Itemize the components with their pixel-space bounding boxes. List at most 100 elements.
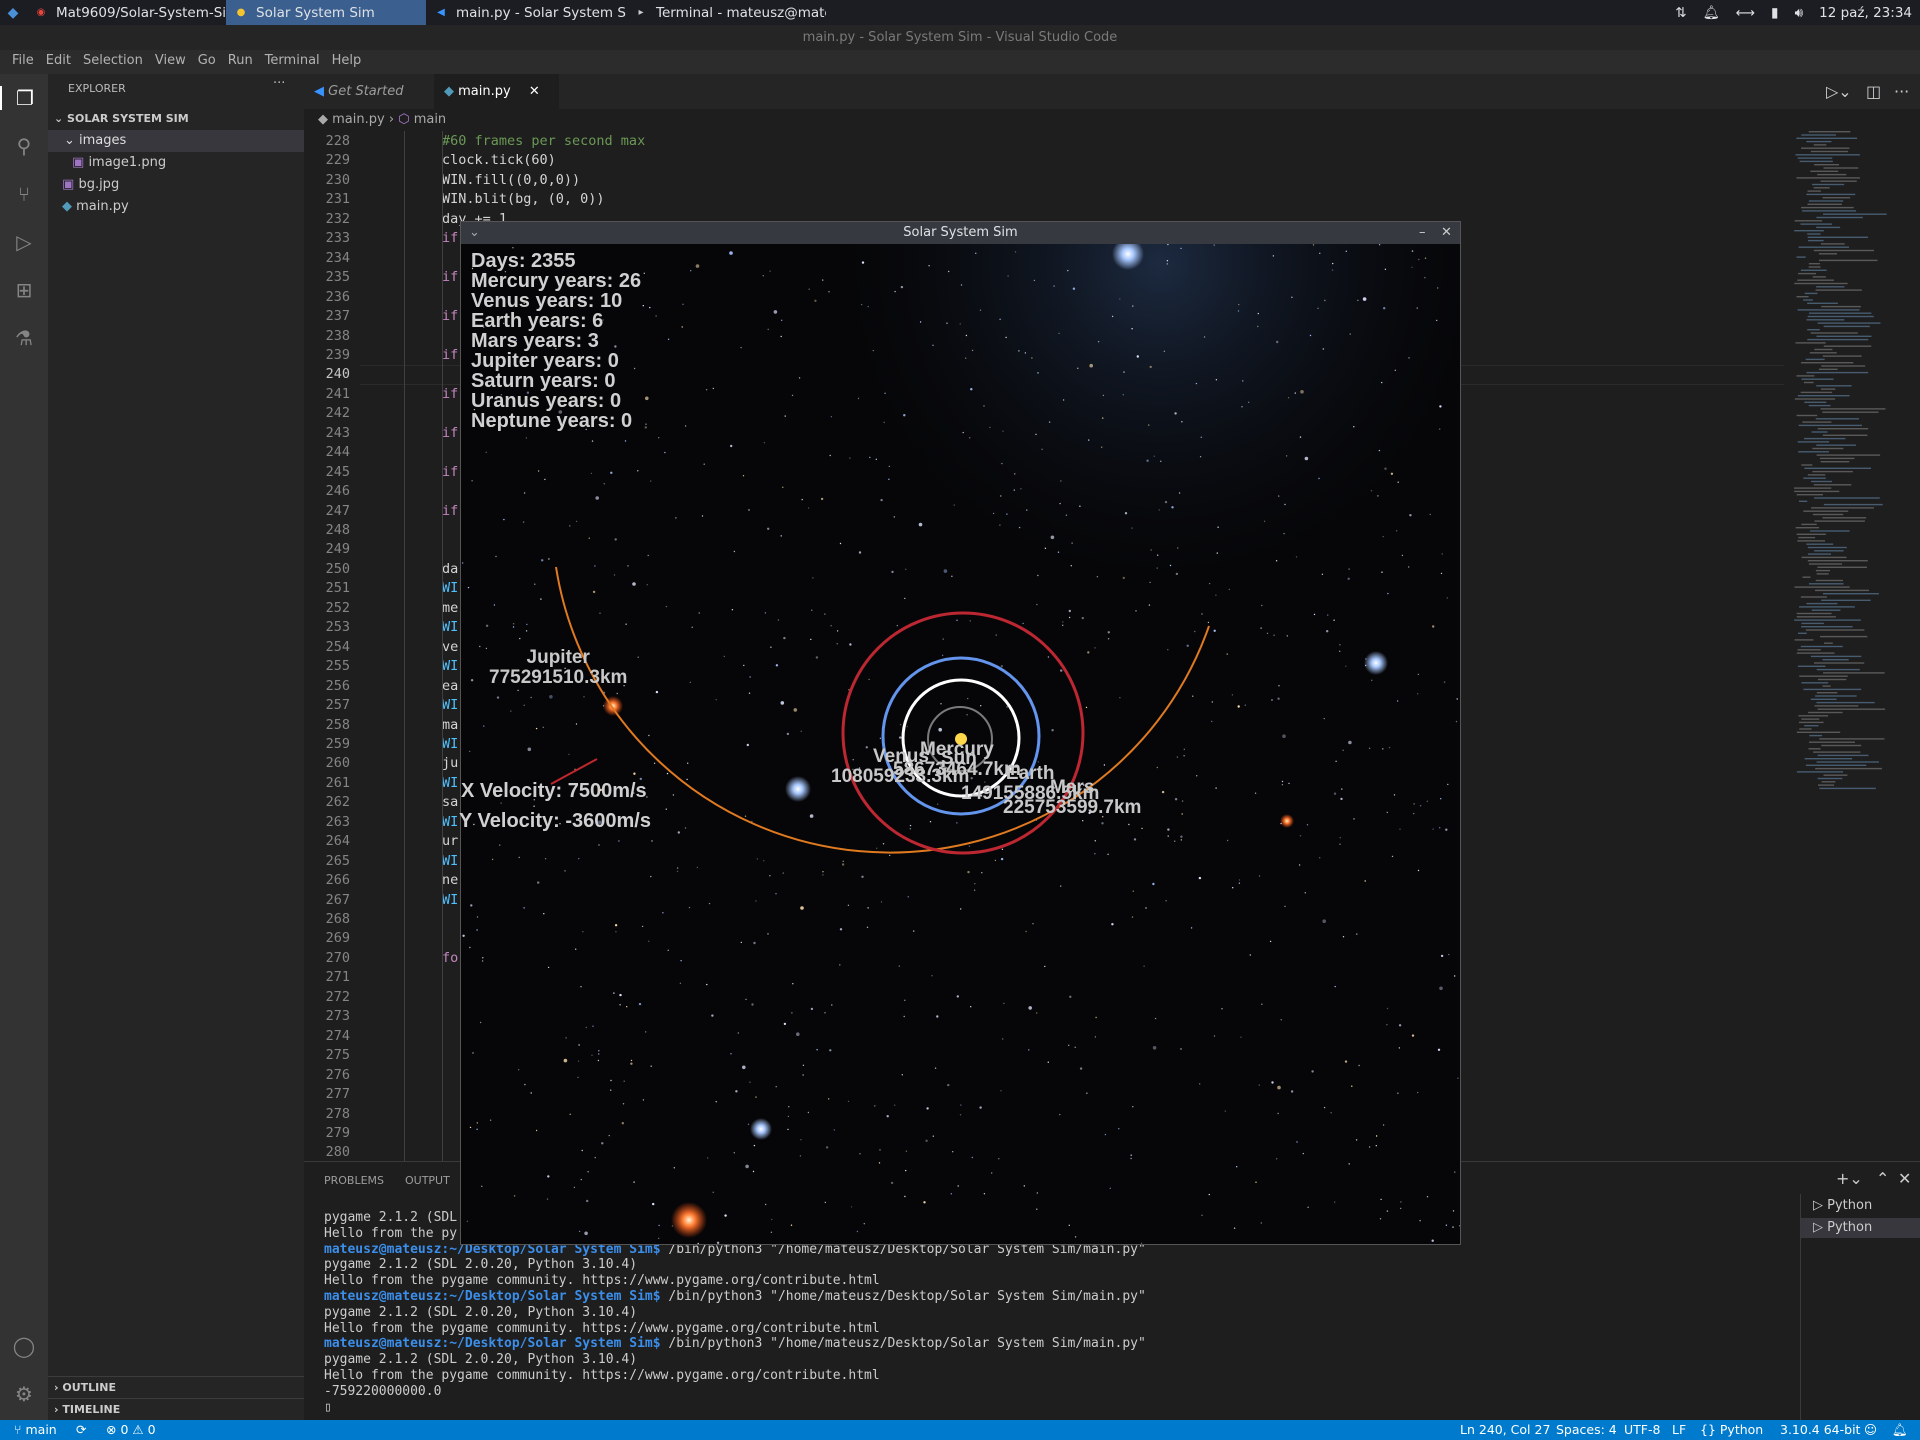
taskbar-task[interactable]: ◀ main.py - Solar System Sim -...	[426, 0, 626, 25]
star	[649, 306, 651, 309]
star	[1306, 824, 1309, 826]
code-line: WIN.blit(bg, (0, 0))	[442, 191, 605, 208]
source-control-icon[interactable]: ⑂	[12, 182, 36, 206]
menu-item-run[interactable]: Run	[222, 50, 259, 74]
minimap[interactable]	[1784, 131, 1910, 801]
simulation-canvas[interactable]: Days: 2355 Mercury years: 26 Venus years: …	[459, 244, 1460, 1244]
star	[1375, 1145, 1377, 1147]
star	[614, 538, 617, 541]
language-mode[interactable]: {} Python	[1700, 1422, 1763, 1437]
terminal-item[interactable]: ▷ Python	[1801, 1218, 1920, 1238]
explorer-icon[interactable]: ❐	[0, 86, 48, 110]
menu-item-terminal[interactable]: Terminal	[259, 50, 326, 74]
minimap-line	[1795, 342, 1826, 344]
feedback-icon[interactable]: ☺	[1864, 1422, 1877, 1437]
branch-indicator[interactable]: ⑂ main	[14, 1422, 57, 1437]
star	[1368, 747, 1371, 749]
menu-item-go[interactable]: Go	[192, 50, 222, 74]
star	[1148, 604, 1151, 606]
breadcrumb-file[interactable]: main.py	[332, 112, 385, 127]
star	[595, 496, 599, 500]
star	[523, 492, 526, 494]
new-terminal-icon[interactable]: +⌄	[1836, 1169, 1863, 1188]
folder-images[interactable]: ⌄ images	[48, 130, 304, 152]
indentation[interactable]: Spaces: 4	[1556, 1422, 1617, 1437]
line-ending[interactable]: LF	[1672, 1422, 1686, 1437]
file-bg[interactable]: ▣ bg.jpg	[48, 174, 304, 196]
start-menu-icon[interactable]: ◆	[0, 0, 26, 25]
split-editor-icon[interactable]: ◫	[1866, 82, 1881, 101]
minimap-line	[1813, 662, 1865, 664]
run-debug-icon[interactable]: ▷	[12, 230, 36, 254]
star	[1153, 455, 1155, 457]
project-folder[interactable]: ⌄ SOLAR SYSTEM SIM	[48, 108, 304, 130]
python-interpreter[interactable]: 3.10.4 64-bit	[1780, 1422, 1860, 1437]
star	[1111, 923, 1114, 926]
close-panel-icon[interactable]: ✕	[1898, 1169, 1911, 1188]
cursor-position[interactable]: Ln 240, Col 27	[1460, 1422, 1550, 1437]
search-icon[interactable]: ⚲	[12, 134, 36, 158]
star	[1323, 1106, 1326, 1109]
file-main-py[interactable]: ◆ main.py	[48, 196, 304, 218]
manage-gear-icon[interactable]: ⚙	[12, 1382, 36, 1406]
close-tab-icon[interactable]: ✕	[529, 84, 540, 99]
taskbar-task[interactable]: ▸ Terminal - mateusz@mateu...	[626, 0, 826, 25]
network-icon[interactable]: ⇅	[1675, 5, 1686, 21]
star	[513, 1195, 516, 1197]
file-label: main.py	[76, 199, 129, 214]
pygame-titlebar[interactable]: ⌄ Solar System Sim – ✕	[461, 222, 1460, 244]
menu-item-selection[interactable]: Selection	[77, 50, 149, 74]
kde-connect-icon[interactable]: ⟷	[1736, 5, 1755, 21]
star	[867, 907, 869, 909]
star	[1436, 319, 1438, 322]
terminal-item[interactable]: ▷ Python	[1801, 1196, 1920, 1216]
close-window-icon[interactable]: ✕	[1441, 222, 1452, 244]
notification-icon[interactable]: 🔔︎	[1703, 5, 1720, 21]
star	[800, 730, 802, 732]
notifications-icon[interactable]: 🔔︎	[1892, 1422, 1908, 1438]
menu-item-help[interactable]: Help	[326, 50, 368, 74]
star	[1291, 296, 1293, 298]
star	[1157, 554, 1159, 556]
outline-section[interactable]: › OUTLINE	[48, 1376, 304, 1398]
tab-output[interactable]: OUTPUT	[405, 1174, 450, 1187]
tab-get-started[interactable]: ◀ Get Started	[304, 74, 434, 109]
extensions-icon[interactable]: ⊞	[12, 278, 36, 302]
encoding[interactable]: UTF-8	[1624, 1422, 1660, 1437]
tab-problems[interactable]: PROBLEMS	[324, 1174, 384, 1187]
timeline-section[interactable]: › TIMELINE	[48, 1398, 304, 1420]
tab-main-py[interactable]: ◆ main.py ✕	[434, 74, 559, 109]
minimap-line	[1801, 147, 1850, 149]
more-actions-icon[interactable]: ···	[1894, 82, 1909, 101]
breadcrumb-symbol[interactable]: main	[414, 112, 446, 127]
volume-icon[interactable]: 🔊︎	[1795, 5, 1804, 21]
clock[interactable]: 12 paź, 23:34	[1819, 5, 1912, 21]
window-menu-icon[interactable]: ⌄	[469, 222, 480, 244]
taskbar-task[interactable]: ◉ Mat9609/Solar-System-Sim:...	[26, 0, 226, 25]
line-number: 273	[325, 1008, 350, 1025]
more-actions-icon[interactable]: ···	[273, 76, 285, 91]
taskbar-task[interactable]: ● Solar System Sim	[226, 0, 426, 25]
star	[1102, 417, 1104, 419]
menu-item-view[interactable]: View	[149, 50, 192, 74]
maximize-panel-icon[interactable]: ⌃	[1876, 1169, 1889, 1188]
star	[519, 637, 521, 640]
accounts-icon[interactable]: ◯	[12, 1334, 36, 1358]
minimize-icon[interactable]: –	[1419, 222, 1426, 244]
problems-indicator[interactable]: ⊗ 0 ⚠ 0	[106, 1422, 156, 1437]
star	[616, 692, 618, 695]
menu-item-file[interactable]: File	[6, 50, 40, 74]
star	[1386, 1007, 1389, 1010]
file-image1[interactable]: ▣ image1.png	[48, 152, 304, 174]
task-label: Solar System Sim	[256, 4, 375, 21]
pygame-window[interactable]: ⌄ Solar System Sim – ✕ Days: 2355 Mercur…	[459, 221, 1461, 1245]
menu-item-edit[interactable]: Edit	[40, 50, 77, 74]
code-line: ne	[442, 872, 459, 889]
run-python-icon[interactable]: ▷⌄	[1826, 82, 1852, 101]
battery-icon[interactable]: ▮	[1771, 5, 1778, 21]
testing-icon[interactable]: ⚗	[12, 326, 36, 350]
star	[1167, 828, 1170, 831]
minimap-line	[1798, 632, 1807, 634]
sync-icon[interactable]: ⟳	[76, 1422, 86, 1437]
star	[822, 279, 824, 281]
